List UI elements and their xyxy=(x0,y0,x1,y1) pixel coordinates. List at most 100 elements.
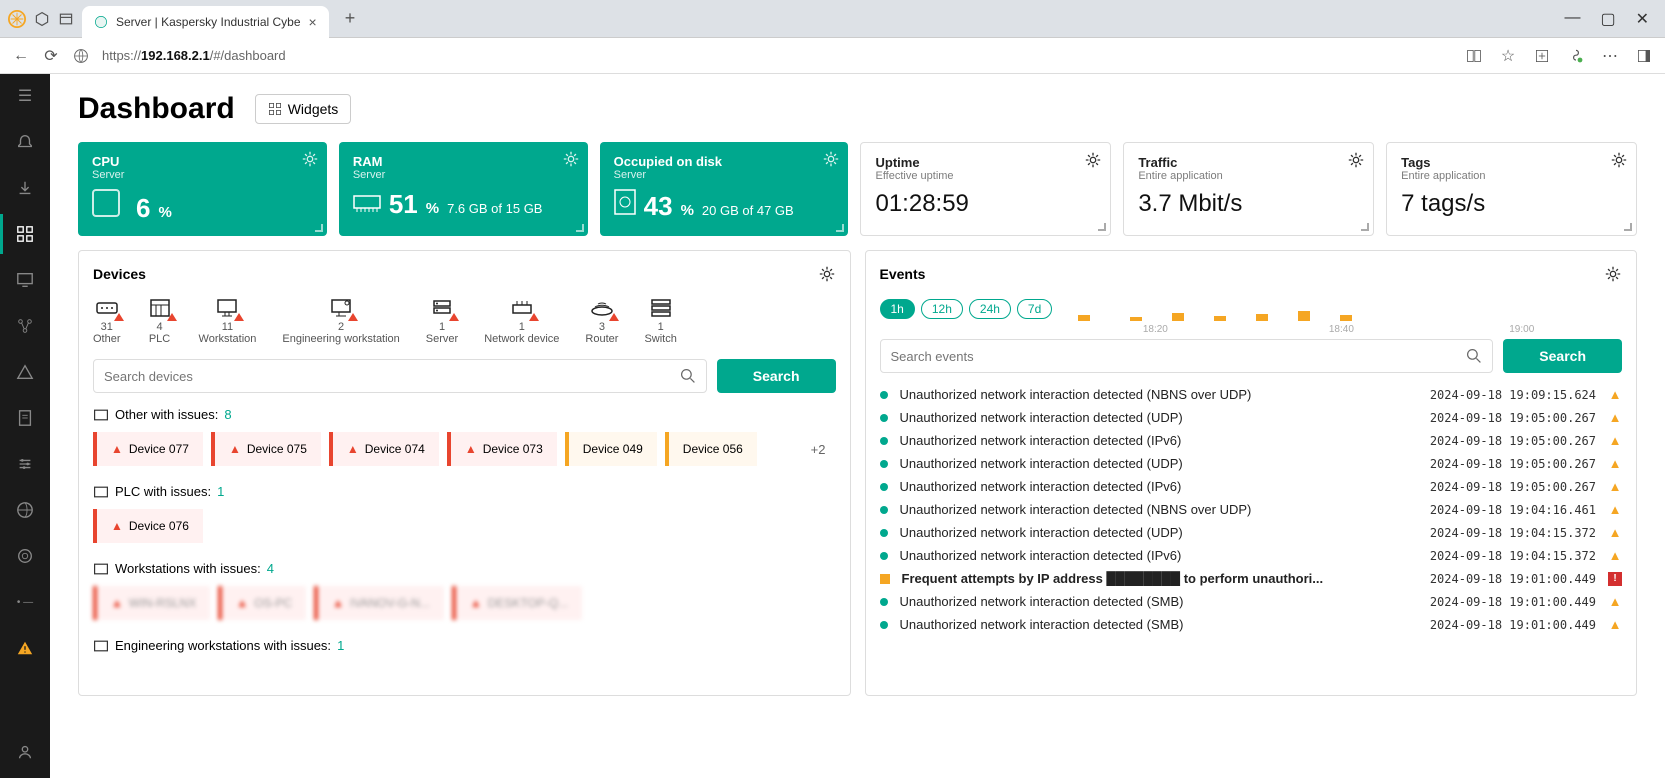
gear-icon[interactable] xyxy=(1347,151,1365,169)
refresh-button[interactable]: ⟳ xyxy=(42,47,60,65)
cpu-card[interactable]: CPU Server 6% xyxy=(78,142,327,236)
device-chip[interactable]: ▲Device 077 xyxy=(93,432,203,466)
device-chip[interactable]: ▲IVANOV-G-N... xyxy=(314,586,444,620)
device-chip[interactable]: ▲Device 073 xyxy=(447,432,557,466)
warning-icon[interactable] xyxy=(15,638,35,658)
device-type-network-device[interactable]: 1Network device xyxy=(484,297,559,345)
traffic-card[interactable]: Traffic Entire application 3.7 Mbit/s xyxy=(1123,142,1374,236)
device-chip[interactable]: Device 056 xyxy=(665,432,757,466)
time-range-12h[interactable]: 12h xyxy=(921,299,963,319)
event-row[interactable]: Unauthorized network interaction detecte… xyxy=(880,502,1623,517)
device-chip[interactable]: ▲DESKTOP-Q... xyxy=(452,586,582,620)
device-type-switch[interactable]: 1Switch xyxy=(644,297,676,345)
device-type-server[interactable]: 1Server xyxy=(426,297,458,345)
topology-icon[interactable] xyxy=(15,316,35,336)
device-chip[interactable]: Device 049 xyxy=(565,432,657,466)
uptime-card[interactable]: Uptime Effective uptime 01:28:59 xyxy=(860,142,1111,236)
split-screen-icon[interactable] xyxy=(1465,47,1483,65)
gear-icon[interactable] xyxy=(301,150,319,168)
event-row[interactable]: Unauthorized network interaction detecte… xyxy=(880,525,1623,540)
event-row[interactable]: Unauthorized network interaction detecte… xyxy=(880,617,1623,632)
collapse-icon[interactable]: • — xyxy=(15,592,35,612)
event-row[interactable]: Unauthorized network interaction detecte… xyxy=(880,548,1623,563)
time-range-24h[interactable]: 24h xyxy=(969,299,1011,319)
menu-icon[interactable]: ☰ xyxy=(15,86,35,106)
events-title: Events xyxy=(880,266,926,282)
event-timestamp: 2024-09-18 19:05:00.267 xyxy=(1430,434,1596,448)
severity-warning-icon: ▲ xyxy=(1608,618,1622,632)
event-timestamp: 2024-09-18 19:01:00.449 xyxy=(1430,595,1596,609)
disk-icon xyxy=(614,189,636,215)
collections-icon[interactable] xyxy=(1533,47,1551,65)
device-type-other[interactable]: 31Other xyxy=(93,297,121,345)
gear-icon[interactable] xyxy=(1610,151,1628,169)
favorites-icon[interactable]: ☆ xyxy=(1499,47,1517,65)
dashboard-icon[interactable] xyxy=(15,224,35,244)
download-icon[interactable] xyxy=(15,178,35,198)
events-search-input[interactable] xyxy=(880,339,1494,373)
new-tab-button[interactable]: + xyxy=(337,8,364,29)
device-type-workstation[interactable]: 11Workstation xyxy=(199,297,257,345)
event-row[interactable]: Unauthorized network interaction detecte… xyxy=(880,433,1623,448)
category-icon xyxy=(93,408,109,422)
target-icon[interactable] xyxy=(15,546,35,566)
back-button[interactable]: ← xyxy=(12,47,30,65)
event-row[interactable]: Unauthorized network interaction detecte… xyxy=(880,594,1623,609)
alerts-icon[interactable] xyxy=(15,362,35,382)
event-row[interactable]: Frequent attempts by IP address ████████… xyxy=(880,571,1623,586)
app-favicon xyxy=(8,10,26,28)
devices-search-input[interactable] xyxy=(93,359,707,393)
tab-close-icon[interactable]: × xyxy=(309,14,317,30)
browser-tab[interactable]: Server | Kaspersky Industrial Cybe × xyxy=(82,6,329,38)
issue-section: Workstations with issues: 4▲WIN-RSLNX▲OS… xyxy=(93,561,836,620)
time-range-1h[interactable]: 1h xyxy=(880,299,915,319)
device-chip[interactable]: ▲OS-PC xyxy=(218,586,306,620)
window-close-button[interactable]: ✕ xyxy=(1636,9,1649,29)
reports-icon[interactable] xyxy=(15,408,35,428)
device-chip[interactable]: ▲WIN-RSLNX xyxy=(93,586,210,620)
device-type-engineering-workstation[interactable]: 2Engineering workstation xyxy=(282,297,399,345)
gear-icon[interactable] xyxy=(818,265,836,283)
globe-icon[interactable] xyxy=(15,500,35,520)
severity-warning-icon: ▲ xyxy=(1608,503,1622,517)
user-icon[interactable] xyxy=(15,742,35,762)
time-range-7d[interactable]: 7d xyxy=(1017,299,1052,319)
events-sparkline: 18:20 18:40 19:00 xyxy=(1058,297,1622,321)
event-marker-icon xyxy=(880,529,888,537)
device-chip[interactable]: ▲Device 076 xyxy=(93,509,203,543)
address-bar: ← ⟳ https://192.168.2.1/#/dashboard ☆ ⋯ xyxy=(0,38,1665,74)
device-type-router[interactable]: 3Router xyxy=(585,297,618,345)
event-row[interactable]: Unauthorized network interaction detecte… xyxy=(880,387,1623,402)
device-type-plc[interactable]: 4PLC xyxy=(147,297,173,345)
tags-card[interactable]: Tags Entire application 7 tags/s xyxy=(1386,142,1637,236)
disk-card[interactable]: Occupied on disk Server 43%20 GB of 47 G… xyxy=(600,142,849,236)
gear-icon[interactable] xyxy=(1084,151,1102,169)
url-field[interactable]: https://192.168.2.1/#/dashboard xyxy=(102,48,1453,63)
device-chip[interactable]: ▲Device 074 xyxy=(329,432,439,466)
cube-icon[interactable] xyxy=(34,11,50,27)
window-minimize-button[interactable]: — xyxy=(1564,9,1580,29)
event-row[interactable]: Unauthorized network interaction detecte… xyxy=(880,410,1623,425)
gear-icon[interactable] xyxy=(1604,265,1622,283)
browser-tab-bar: Server | Kaspersky Industrial Cybe × + —… xyxy=(0,0,1665,38)
event-row[interactable]: Unauthorized network interaction detecte… xyxy=(880,456,1623,471)
devices-search-button[interactable]: Search xyxy=(717,359,836,393)
gear-icon[interactable] xyxy=(562,150,580,168)
sidebar-toggle-icon[interactable] xyxy=(1635,47,1653,65)
events-search-button[interactable]: Search xyxy=(1503,339,1622,373)
gear-icon[interactable] xyxy=(822,150,840,168)
window-maximize-button[interactable]: ▢ xyxy=(1600,9,1615,29)
notifications-icon[interactable] xyxy=(15,132,35,152)
extension-icon[interactable] xyxy=(1567,47,1585,65)
category-icon xyxy=(93,485,109,499)
more-devices[interactable]: +2 xyxy=(811,442,836,457)
widgets-button[interactable]: Widgets xyxy=(255,94,352,124)
more-icon[interactable]: ⋯ xyxy=(1601,47,1619,65)
event-row[interactable]: Unauthorized network interaction detecte… xyxy=(880,479,1623,494)
device-chip[interactable]: ▲Device 075 xyxy=(211,432,321,466)
monitor-icon[interactable] xyxy=(15,270,35,290)
settings-icon[interactable] xyxy=(15,454,35,474)
site-info-icon[interactable] xyxy=(72,47,90,65)
ram-card[interactable]: RAM Server 51%7.6 GB of 15 GB xyxy=(339,142,588,236)
window-icon[interactable] xyxy=(58,11,74,27)
